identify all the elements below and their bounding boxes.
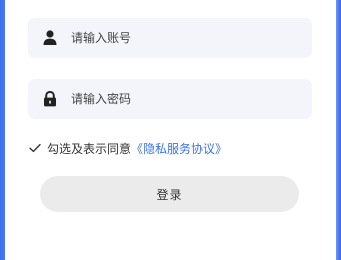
privacy-agreement-link[interactable]: 《隐私服务协议》	[131, 140, 227, 157]
username-field[interactable]	[28, 18, 312, 58]
lock-icon	[44, 90, 56, 107]
user-icon	[43, 30, 57, 45]
password-field[interactable]	[28, 79, 312, 119]
agreement-row: 勾选及表示同意 《隐私服务协议》	[28, 139, 227, 157]
agreement-text: 勾选及表示同意	[47, 141, 132, 156]
username-input[interactable]	[71, 18, 301, 58]
login-card: 勾选及表示同意 《隐私服务协议》 登录	[5, 0, 336, 260]
login-button[interactable]: 登录	[40, 176, 299, 212]
password-input[interactable]	[71, 79, 301, 119]
checkmark-icon[interactable]	[28, 141, 42, 155]
